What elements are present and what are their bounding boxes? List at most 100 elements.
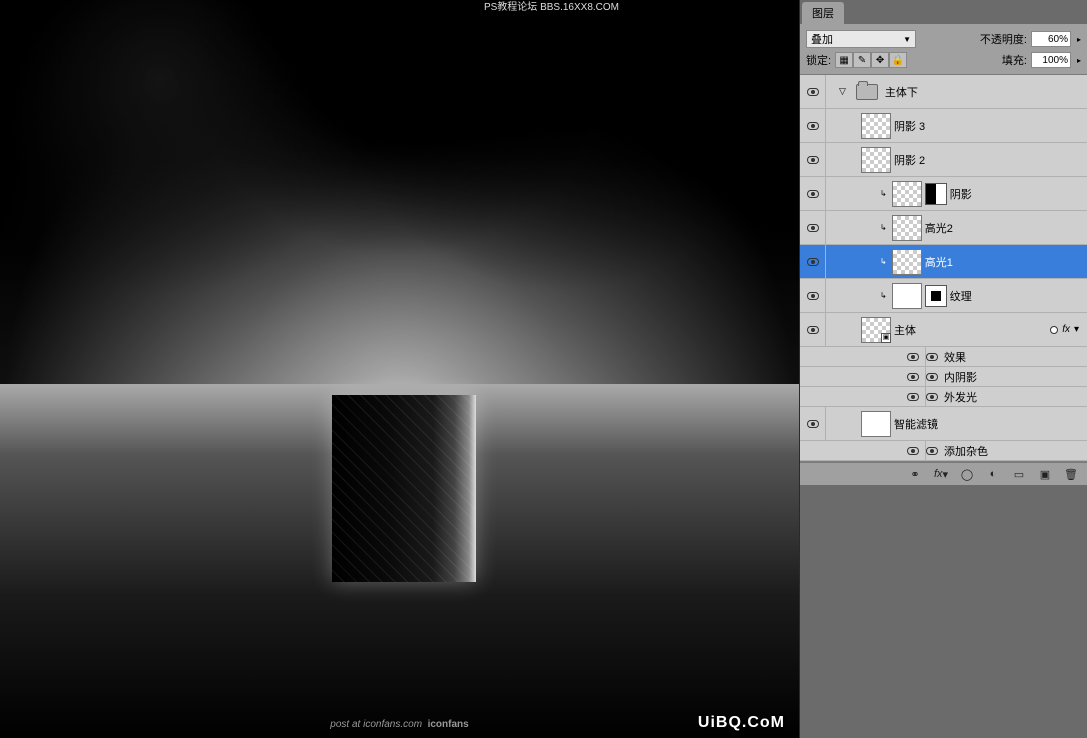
opacity-label: 不透明度: (980, 31, 1027, 47)
visibility-toggle[interactable] (800, 143, 826, 176)
layer-name[interactable]: 高光2 (925, 220, 953, 236)
eye-icon (807, 420, 819, 428)
eye-icon (907, 373, 919, 381)
fx-indicator[interactable]: fx ▾ (1050, 324, 1079, 335)
opacity-input[interactable] (1031, 31, 1071, 47)
layer-name[interactable]: 纹理 (950, 288, 972, 304)
visibility-toggle[interactable] (800, 109, 826, 142)
lock-all-button[interactable]: 🔒 (889, 52, 907, 68)
eye-icon (807, 122, 819, 130)
mask-icon[interactable]: ◯ (957, 466, 977, 482)
layer-name[interactable]: 阴影 2 (894, 152, 925, 168)
layer-name[interactable]: 智能滤镜 (894, 416, 938, 432)
visibility-toggle[interactable] (800, 245, 826, 278)
layer-row[interactable]: 阴影 2 (800, 143, 1087, 177)
visibility-toggle[interactable] (900, 387, 926, 406)
group-toggle[interactable]: ▽ (839, 86, 846, 97)
panel-empty-space (800, 485, 1087, 738)
smart-object-badge: ▣ (881, 333, 891, 343)
layer-thumbnail[interactable] (861, 411, 891, 437)
eye-icon (907, 393, 919, 401)
layer-row[interactable]: ↳ 纹理 (800, 279, 1087, 313)
effect-name: 效果 (944, 349, 966, 365)
layer-thumbnail[interactable] (892, 283, 922, 309)
layers-bottom-bar: ⚭ fx▾ ◯ ◐ ▭ ▣ 🗑 (800, 462, 1087, 485)
layer-name[interactable]: 阴影 3 (894, 118, 925, 134)
eye-icon (926, 373, 938, 381)
watermark-bottom: UiBQ.CoM (698, 714, 785, 732)
lock-label: 锁定: (806, 52, 831, 68)
layer-name[interactable]: 主体 (894, 322, 916, 338)
clip-indicator: ↳ (880, 257, 887, 266)
lock-position-button[interactable]: ✥ (871, 52, 889, 68)
effect-name: 内阴影 (944, 369, 977, 385)
eye-icon (807, 156, 819, 164)
link-icon[interactable]: ⚭ (905, 466, 925, 482)
layer-thumbnail[interactable] (861, 113, 891, 139)
layer-row[interactable]: 效果 (800, 347, 1087, 367)
watermark-top: PS教程论坛 BBS.16XX8.COM (484, 2, 619, 14)
eye-icon (926, 353, 938, 361)
layer-row-selected[interactable]: ↳ 高光1 (800, 245, 1087, 279)
clip-indicator: ↳ (880, 291, 887, 300)
chevron-right-icon[interactable]: ▸ (1077, 35, 1081, 44)
group-icon[interactable]: ▭ (1009, 466, 1029, 482)
layer-thumbnail[interactable] (892, 249, 922, 275)
visibility-toggle[interactable] (800, 211, 826, 244)
adjust-icon[interactable]: ◐ (983, 466, 1003, 482)
layer-row[interactable]: ▽ 主体下 (800, 75, 1087, 109)
visibility-toggle[interactable] (900, 367, 926, 386)
visibility-toggle[interactable] (800, 279, 826, 312)
layer-row[interactable]: 外发光 (800, 387, 1087, 407)
layer-row[interactable]: 添加杂色 (800, 441, 1087, 461)
layer-thumbnail[interactable]: ▣ (861, 317, 891, 343)
tab-layers[interactable]: 图层 (802, 2, 844, 24)
layer-row[interactable]: 智能滤镜 (800, 407, 1087, 441)
effect-name: 外发光 (944, 389, 977, 405)
sky-gradient (0, 0, 799, 406)
fx-icon[interactable]: fx▾ (931, 466, 951, 482)
layer-mask[interactable] (925, 183, 947, 205)
monolith-object (332, 395, 476, 582)
visibility-toggle[interactable] (800, 75, 826, 108)
filter-toggle-icon (1050, 326, 1058, 334)
eye-icon (926, 447, 938, 455)
eye-icon (807, 258, 819, 266)
visibility-toggle[interactable] (900, 441, 926, 460)
fill-input[interactable] (1031, 52, 1071, 68)
blend-mode-select[interactable]: 叠加▼ (806, 30, 916, 48)
eye-icon (926, 393, 938, 401)
eye-icon (807, 292, 819, 300)
layer-thumbnail[interactable] (892, 181, 922, 207)
eye-icon (807, 326, 819, 334)
folder-icon (852, 79, 882, 105)
layer-mask[interactable] (925, 285, 947, 307)
layer-row[interactable]: 阴影 3 (800, 109, 1087, 143)
layer-row[interactable]: 内阴影 (800, 367, 1087, 387)
new-icon[interactable]: ▣ (1035, 466, 1055, 482)
layers-list[interactable]: ▽ 主体下阴影 3 阴影 2 ↳ 阴影 ↳ 高光2 ↳ 高光1 ↳ 纹理 ▣主体 fx ▾ 效果内阴影外发… (800, 75, 1087, 462)
visibility-toggle[interactable] (800, 407, 826, 440)
layer-row[interactable]: ↳ 高光2 (800, 211, 1087, 245)
visibility-toggle[interactable] (800, 177, 826, 210)
layer-name[interactable]: 高光1 (925, 254, 953, 270)
layer-row[interactable]: ↳ 阴影 (800, 177, 1087, 211)
eye-icon (907, 447, 919, 455)
panel-tabs: 图层 (800, 0, 1087, 24)
layer-thumbnail[interactable] (861, 147, 891, 173)
visibility-toggle[interactable] (800, 313, 826, 346)
lock-pixels-button[interactable]: ✎ (853, 52, 871, 68)
clip-indicator: ↳ (880, 189, 887, 198)
trash-icon[interactable]: 🗑 (1061, 466, 1081, 482)
layer-name[interactable]: 阴影 (950, 186, 972, 202)
layer-row[interactable]: ▣主体 fx ▾ (800, 313, 1087, 347)
visibility-toggle[interactable] (900, 347, 926, 366)
eye-icon (907, 353, 919, 361)
layer-thumbnail[interactable] (892, 215, 922, 241)
clip-indicator: ↳ (880, 223, 887, 232)
chevron-right-icon[interactable]: ▸ (1077, 56, 1081, 65)
lock-transparent-button[interactable]: ▦ (835, 52, 853, 68)
credit-text: post at iconfans.com iconfans (330, 719, 468, 730)
layer-name[interactable]: 主体下 (885, 84, 918, 100)
document-canvas[interactable]: PS教程论坛 BBS.16XX8.COM post at iconfans.co… (0, 0, 799, 738)
